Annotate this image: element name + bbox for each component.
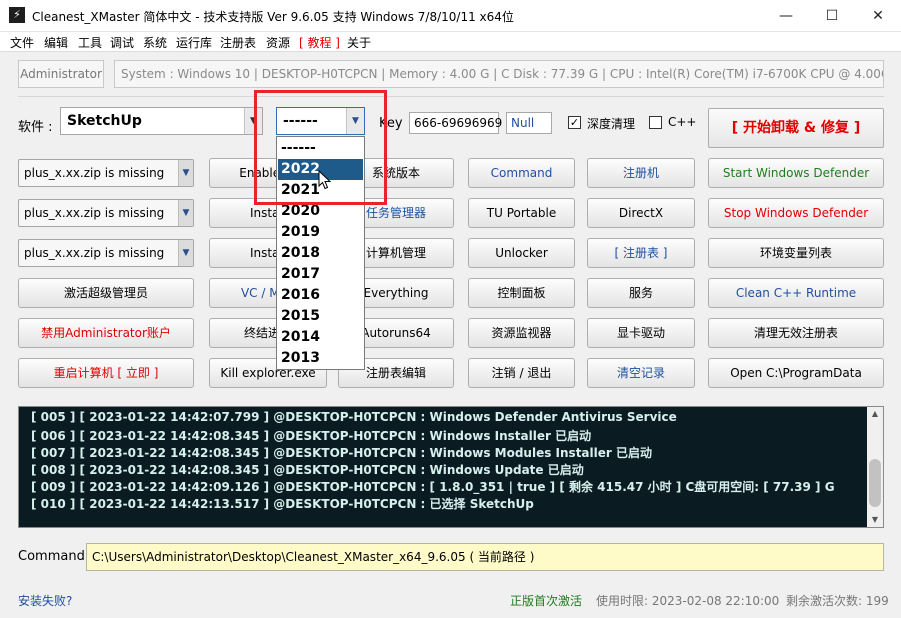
unlocker-button[interactable]: Unlocker bbox=[468, 238, 575, 268]
remaining-activations: 剩余激活次数: 199 bbox=[786, 594, 889, 608]
start-defender-button[interactable]: Start Windows Defender bbox=[708, 158, 884, 188]
disable-admin-account-button[interactable]: 禁用Administrator账户 bbox=[18, 318, 194, 348]
install-failed-link[interactable]: 安装失败? bbox=[18, 592, 72, 609]
restart-computer-button[interactable]: 重启计算机 [ 立即 ] bbox=[18, 358, 194, 388]
divider bbox=[18, 96, 884, 97]
version-option[interactable]: 2019 bbox=[278, 222, 363, 243]
resource-monitor-button[interactable]: 资源监视器 bbox=[468, 318, 575, 348]
user-badge: Administrator bbox=[18, 60, 104, 88]
tu-portable-button[interactable]: TU Portable bbox=[468, 198, 575, 228]
control-panel-button[interactable]: 控制面板 bbox=[468, 278, 575, 308]
key-field[interactable]: 666-69696969 bbox=[409, 112, 502, 134]
version-option[interactable]: 2015 bbox=[278, 306, 363, 327]
version-option[interactable]: 2014 bbox=[278, 327, 363, 348]
plugin-select-1[interactable]: plus_x.xx.zip is missing ▼ bbox=[18, 159, 194, 187]
log-line: [ 010 ] [ 2023-01-22 14:42:13.517 ] @DES… bbox=[31, 497, 534, 511]
clear-log-button[interactable]: 清空记录 bbox=[587, 358, 695, 388]
version-option[interactable]: 2018 bbox=[278, 243, 363, 264]
plugin-select-2[interactable]: plus_x.xx.zip is missing ▼ bbox=[18, 199, 194, 227]
services-button[interactable]: 服务 bbox=[587, 278, 695, 308]
clean-invalid-registry-button[interactable]: 清理无效注册表 bbox=[708, 318, 884, 348]
minimize-button[interactable]: — bbox=[763, 0, 809, 32]
scroll-down-icon[interactable]: ▼ bbox=[867, 513, 883, 527]
software-label: 软件 : bbox=[18, 120, 53, 135]
version-option[interactable]: 2016 bbox=[278, 285, 363, 306]
logoff-exit-button[interactable]: 注销 / 退出 bbox=[468, 358, 575, 388]
log-console[interactable]: [ 005 ] [ 2023-01-22 14:42:07.799 ] @DES… bbox=[18, 406, 884, 528]
start-uninstall-button[interactable]: [ 开始卸载 & 修复 ] bbox=[708, 108, 884, 148]
lightning-icon: ⚡ bbox=[9, 7, 25, 23]
status-bar: 安装失败? 正版首次激活 使用时限: 2023-02-08 22:10:00 剩… bbox=[0, 590, 901, 610]
system-info: System : Windows 10 | DESKTOP-H0TCPCN | … bbox=[114, 60, 884, 88]
menu-runtime[interactable]: 运行库 bbox=[176, 34, 212, 51]
menu-system[interactable]: 系统 bbox=[143, 34, 167, 51]
menu-resources[interactable]: 资源 bbox=[266, 34, 290, 51]
menu-bar: 文件 编辑 工具 调试 系统 运行库 注册表 资源 [ 教程 ] 关于 bbox=[0, 32, 901, 52]
chevron-down-icon: ▼ bbox=[178, 240, 193, 266]
menu-file[interactable]: 文件 bbox=[10, 34, 34, 51]
open-programdata-button[interactable]: Open C:\ProgramData bbox=[708, 358, 884, 388]
plugin-select-3[interactable]: plus_x.xx.zip is missing ▼ bbox=[18, 239, 194, 267]
stop-defender-button[interactable]: Stop Windows Defender bbox=[708, 198, 884, 228]
title-bar: ⚡ Cleanest_XMaster 简体中文 - 技术支持版 Ver 9.6.… bbox=[0, 0, 901, 32]
command-input[interactable]: C:\Users\Administrator\Desktop\Cleanest_… bbox=[86, 543, 884, 571]
activate-super-admin-button[interactable]: 激活超级管理员 bbox=[18, 278, 194, 308]
log-line: [ 005 ] [ 2023-01-22 14:42:07.799 ] @DES… bbox=[31, 410, 677, 424]
mouse-cursor-icon bbox=[318, 170, 332, 190]
usage-time: 使用时限: 2023-02-08 22:10:00 bbox=[596, 594, 780, 608]
menu-tools[interactable]: 工具 bbox=[78, 34, 102, 51]
system-info-row: Administrator System : Windows 10 | DESK… bbox=[18, 60, 884, 88]
window-title: Cleanest_XMaster 简体中文 - 技术支持版 Ver 9.6.05… bbox=[32, 10, 514, 24]
version-option[interactable]: 2013 bbox=[278, 348, 363, 369]
command-button[interactable]: Command bbox=[468, 158, 575, 188]
menu-registry[interactable]: 注册表 bbox=[220, 34, 256, 51]
plugin-select-value: plus_x.xx.zip is missing bbox=[24, 166, 165, 180]
log-scrollbar[interactable]: ▲ ▼ bbox=[867, 407, 883, 527]
maximize-button[interactable]: ☐ bbox=[809, 0, 855, 32]
cpp-label: C++ bbox=[668, 115, 697, 129]
software-select-value: SketchUp bbox=[67, 113, 142, 129]
software-select[interactable]: SketchUp ▼ bbox=[60, 107, 263, 135]
scroll-thumb[interactable] bbox=[869, 459, 881, 507]
deep-clean-label: 深度清理 bbox=[587, 117, 636, 131]
menu-tutorial[interactable]: [ 教程 ] bbox=[299, 34, 340, 51]
registry-button[interactable]: [ 注册表 ] bbox=[587, 238, 695, 268]
env-variables-button[interactable]: 环境变量列表 bbox=[708, 238, 884, 268]
menu-debug[interactable]: 调试 bbox=[110, 34, 134, 51]
plugin-select-value: plus_x.xx.zip is missing bbox=[24, 206, 165, 220]
null-field[interactable]: Null bbox=[506, 112, 552, 134]
log-line: [ 009 ] [ 2023-01-22 14:42:09.126 ] @DES… bbox=[31, 480, 835, 494]
clean-cpp-runtime-button[interactable]: Clean C++ Runtime bbox=[708, 278, 884, 308]
scroll-up-icon[interactable]: ▲ bbox=[867, 407, 883, 421]
close-button[interactable]: ✕ bbox=[855, 0, 901, 32]
menu-about[interactable]: 关于 bbox=[347, 34, 371, 51]
version-option[interactable]: 2017 bbox=[278, 264, 363, 285]
deep-clean-checkbox[interactable]: ✓ bbox=[568, 116, 581, 129]
plugin-select-value: plus_x.xx.zip is missing bbox=[24, 246, 165, 260]
cpp-checkbox[interactable] bbox=[649, 116, 662, 129]
gpu-driver-button[interactable]: 显卡驱动 bbox=[587, 318, 695, 348]
activation-status: 正版首次激活 bbox=[510, 594, 583, 608]
log-line: [ 006 ] [ 2023-01-22 14:42:08.345 ] @DES… bbox=[31, 429, 592, 443]
keygen-button[interactable]: 注册机 bbox=[587, 158, 695, 188]
menu-edit[interactable]: 编辑 bbox=[44, 34, 68, 51]
command-label: Command bbox=[18, 549, 85, 564]
chevron-down-icon: ▼ bbox=[178, 200, 193, 226]
chevron-down-icon: ▼ bbox=[178, 160, 193, 186]
log-line: [ 008 ] [ 2023-01-22 14:42:08.345 ] @DES… bbox=[31, 463, 584, 477]
log-line: [ 007 ] [ 2023-01-22 14:42:08.345 ] @DES… bbox=[31, 446, 652, 460]
directx-button[interactable]: DirectX bbox=[587, 198, 695, 228]
